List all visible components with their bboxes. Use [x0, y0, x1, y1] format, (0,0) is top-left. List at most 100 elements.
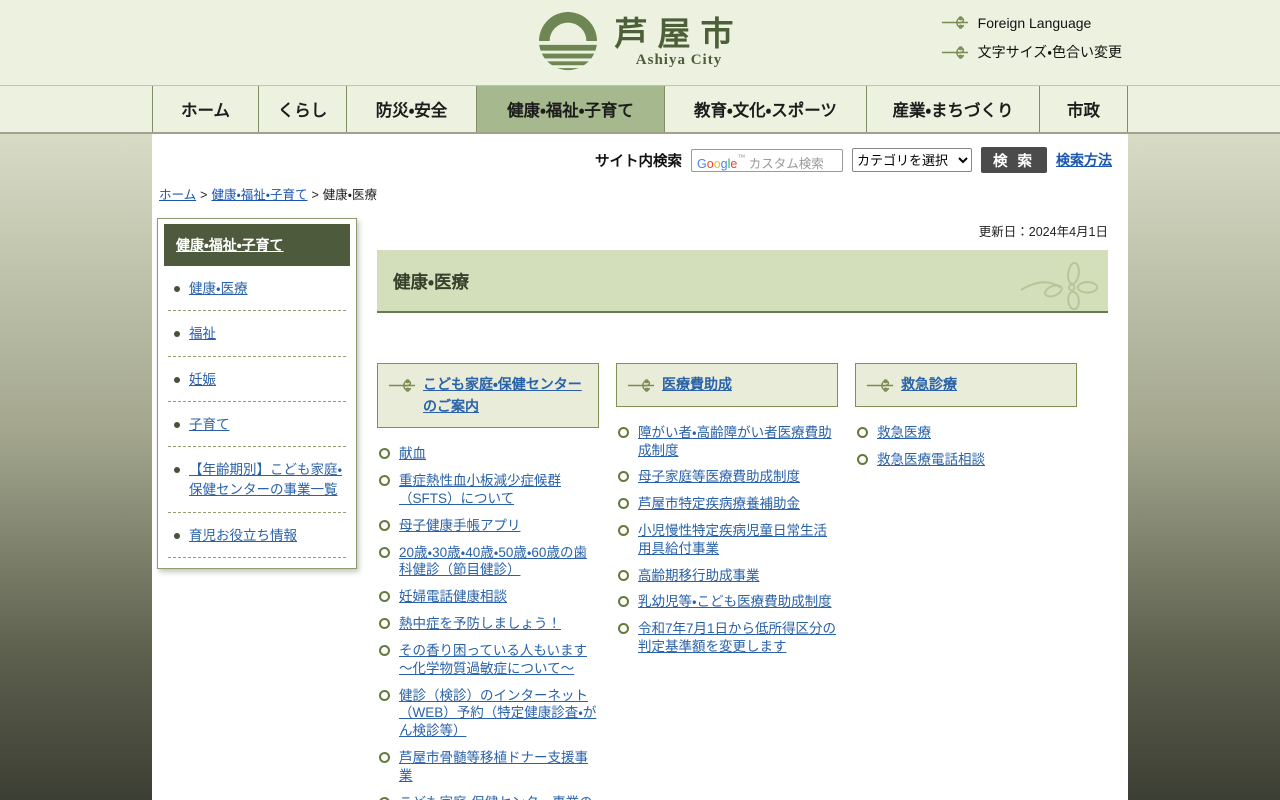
topic-link[interactable]: 救急医療電話相談 [877, 452, 985, 467]
search-submit-button[interactable]: 検 索 [981, 147, 1047, 173]
sidebar-item-welfare[interactable]: 福祉 [189, 324, 216, 344]
nav-item-living[interactable]: くらし [258, 86, 346, 132]
topic-column-emergency: 救急診療 救急医療 救急医療電話相談 [855, 363, 1077, 477]
topic-list: 救急医療 救急医療電話相談 [855, 424, 1077, 469]
list-item: 乳幼児等・こども医療費助成制度 [616, 593, 838, 611]
sidebar-title-link[interactable]: 健康・福祉・子育て [176, 237, 284, 253]
topic-link[interactable]: 熱中症を予防しましょう！ [399, 616, 561, 631]
topic-link[interactable]: 小児慢性特定疾病児童日常生活用具給付事業 [638, 523, 827, 556]
category-box-hoken-center: こども家庭・保健センターのご案内 [377, 363, 599, 428]
sidebar-item: 【年齢期別】こども家庭・保健センターの事業一覧 [168, 447, 346, 513]
site-search-input[interactable] [692, 150, 842, 171]
sidebar-item-pregnancy[interactable]: 妊娠 [189, 370, 216, 390]
breadcrumb: ホーム > 健康・福祉・子育て > 健康・医療 [152, 173, 1128, 215]
topic-link[interactable]: 妊婦電話健康相談 [399, 589, 507, 604]
topic-link[interactable]: 救急医療 [877, 425, 931, 440]
site-search-bar: サイト内検索 Google™ カスタム検索 カテゴリを選択 検 索 検索方法 [152, 134, 1128, 173]
utility-links: Foreign Language 文字サイズ・色合い変更 [941, 14, 1122, 62]
topic-link[interactable]: 乳幼児等・こども医療費助成制度 [638, 594, 832, 609]
topic-link[interactable]: 芦屋市特定疾病療養補助金 [638, 496, 800, 511]
list-item: その香り困っている人もいます～化学物質過敏症について～ [377, 642, 599, 678]
category-box-title-link[interactable]: こども家庭・保健センターのご案内 [423, 374, 588, 417]
nav-item-disaster-safety[interactable]: 防災・安全 [346, 86, 476, 132]
list-item: 救急医療 [855, 424, 1077, 442]
topic-column-hoken-center: こども家庭・保健センターのご案内 献血 重症熱性血小板減少症候群（SFTS）につ… [377, 363, 599, 800]
category-box-title-link[interactable]: 救急診療 [901, 374, 957, 396]
list-item: 献血 [377, 445, 599, 463]
topic-list: 障がい者・高齢障がい者医療費助成制度 母子家庭等医療費助成制度 芦屋市特定疾病療… [616, 424, 838, 656]
breadcrumb-home-link[interactable]: ホーム [159, 188, 196, 202]
topic-list: 献血 重症熱性血小板減少症候群（SFTS）について 母子健康手帳アプリ 20歳・… [377, 445, 599, 800]
topic-link[interactable]: 母子家庭等医療費助成制度 [638, 469, 800, 484]
sidebar-item-childcare-tips[interactable]: 育児お役立ち情報 [189, 526, 297, 546]
list-item: こども家庭・保健センター事業のインターネット（WEB）予約（乳幼児対象の教室・健 [377, 794, 599, 800]
topic-link[interactable]: 母子健康手帳アプリ [399, 518, 521, 533]
page-title: 健康・医療 [393, 269, 1018, 294]
list-item: 障がい者・高齢障がい者医療費助成制度 [616, 424, 838, 460]
list-item: 令和7年7月1日から低所得区分の判定基準額を変更します [616, 620, 838, 656]
sidebar-item-age-group-programs[interactable]: 【年齢期別】こども家庭・保健センターの事業一覧 [189, 460, 346, 501]
search-category-select[interactable]: カテゴリを選択 [852, 148, 972, 172]
list-item: 芦屋市骨髄等移植ドナー支援事業 [377, 749, 599, 785]
topic-link[interactable]: 令和7年7月1日から低所得区分の判定基準額を変更します [638, 621, 836, 654]
sidebar-item-childcare[interactable]: 子育て [189, 415, 230, 435]
sidebar-header: 健康・福祉・子育て [164, 224, 350, 266]
category-box-title-link[interactable]: 医療費助成 [662, 374, 732, 396]
sidebar-item: 育児お役立ち情報 [168, 513, 346, 558]
topic-link[interactable]: その香り困っている人もいます～化学物質過敏症について～ [399, 643, 587, 676]
list-item: 重症熱性血小板減少症候群（SFTS）について [377, 472, 599, 508]
topic-link[interactable]: 重症熱性血小板減少症候群（SFTS）について [399, 473, 561, 506]
topic-link[interactable]: 20歳・30歳・40歳・50歳・60歳の歯科健診（節目健診） [399, 545, 587, 578]
sidebar-item: 健康・医療 [168, 266, 346, 311]
nav-item-health-welfare-childcare[interactable]: 健康・福祉・子育て [476, 86, 664, 132]
foreign-language-link[interactable]: Foreign Language [941, 14, 1122, 31]
page-title-banner: 健康・医療 [377, 250, 1108, 313]
ornament-flourish-icon [1020, 255, 1106, 311]
topic-link[interactable]: 健診（検診）のインターネット（WEB）予約（特定健康診査・がん検診等） [399, 688, 596, 739]
sidebar-item-health-medical[interactable]: 健康・医療 [189, 279, 248, 299]
topic-link[interactable]: 障がい者・高齢障がい者医療費助成制度 [638, 425, 832, 458]
sidebar-item: 妊娠 [168, 357, 346, 402]
topic-link[interactable]: 献血 [399, 446, 426, 461]
sidebar-item: 福祉 [168, 311, 346, 356]
site-search-label: サイト内検索 [595, 150, 682, 171]
bullet-icon [174, 286, 180, 292]
search-help-link[interactable]: 検索方法 [1056, 150, 1112, 170]
breadcrumb-separator: > [200, 188, 207, 202]
site-search-input-wrap: Google™ カスタム検索 [691, 149, 843, 172]
list-item: 母子家庭等医療費助成制度 [616, 468, 838, 486]
breadcrumb-category-link[interactable]: 健康・福祉・子育て [211, 188, 307, 202]
bullet-icon [174, 422, 180, 428]
updated-date: 更新日：2024年4月1日 [377, 221, 1108, 240]
list-item: 救急医療電話相談 [855, 451, 1077, 469]
nav-item-home[interactable]: ホーム [152, 86, 258, 132]
flourish-icon [941, 44, 969, 61]
topic-link[interactable]: こども家庭・保健センター事業のインターネット（WEB）予約（乳幼児対象の教室・健 [399, 795, 593, 800]
text-size-color-label: 文字サイズ・色合い変更 [978, 42, 1122, 62]
list-item: 高齢期移行助成事業 [616, 567, 838, 585]
main-nav: ホーム くらし 防災・安全 健康・福祉・子育て 教育・文化・スポーツ 産業・まち… [0, 85, 1280, 134]
sidebar-menu-box: 健康・福祉・子育て 健康・医療 福祉 妊娠 子育て 【年齢期別】こども家庭・保健… [157, 218, 357, 569]
site-header: 芦屋市 Ashiya City Foreign Language 文字サイズ・色… [0, 0, 1280, 85]
main-content: 更新日：2024年4月1日 健康・医療 [357, 215, 1128, 800]
bullet-icon [174, 377, 180, 383]
nav-item-education-culture-sports[interactable]: 教育・文化・スポーツ [664, 86, 866, 132]
list-item: 20歳・30歳・40歳・50歳・60歳の歯科健診（節目健診） [377, 544, 599, 580]
text-size-color-link[interactable]: 文字サイズ・色合い変更 [941, 42, 1122, 62]
ashiya-emblem-icon [537, 10, 599, 72]
sidebar: 健康・福祉・子育て 健康・医療 福祉 妊娠 子育て 【年齢期別】こども家庭・保健… [157, 218, 357, 800]
category-box-emergency: 救急診療 [855, 363, 1077, 407]
breadcrumb-current: 健康・医療 [323, 188, 377, 202]
list-item: 芦屋市特定疾病療養補助金 [616, 495, 838, 513]
nav-item-industry-townbuilding[interactable]: 産業・まちづくり [866, 86, 1039, 132]
site-title: 芦屋市 [615, 16, 744, 52]
list-item: 健診（検診）のインターネット（WEB）予約（特定健康診査・がん検診等） [377, 687, 599, 740]
category-box-medical-subsidy: 医療費助成 [616, 363, 838, 407]
site-subtitle: Ashiya City [615, 52, 744, 69]
topic-link[interactable]: 芦屋市骨髄等移植ドナー支援事業 [399, 750, 588, 783]
bullet-icon [174, 331, 180, 337]
breadcrumb-separator: > [311, 188, 318, 202]
topic-link[interactable]: 高齢期移行助成事業 [638, 568, 760, 583]
nav-item-city-government[interactable]: 市政 [1039, 86, 1128, 132]
flourish-icon [627, 377, 655, 394]
